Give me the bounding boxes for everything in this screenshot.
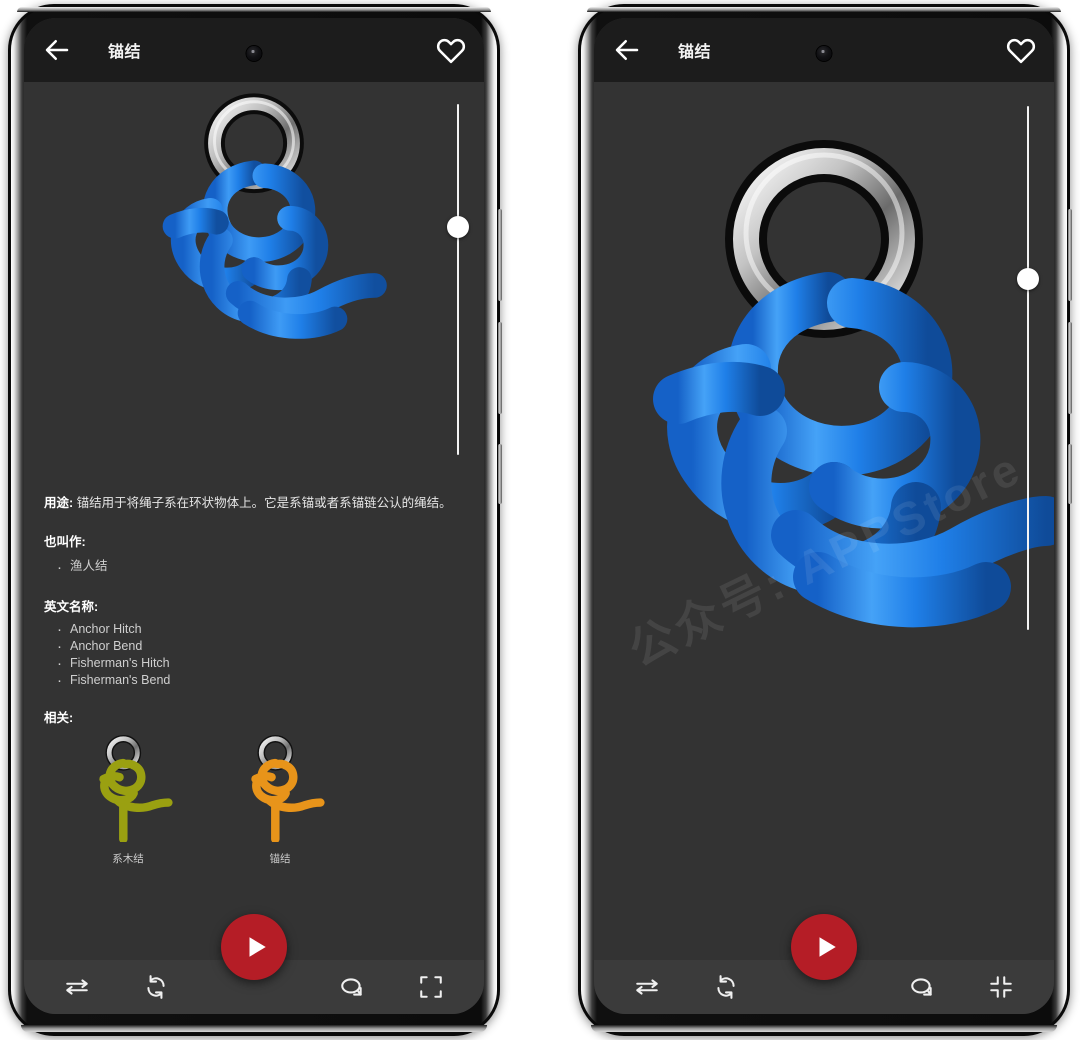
rotate-3d-icon[interactable] — [909, 974, 935, 1000]
knot-illustration — [594, 82, 1054, 960]
fullscreen-collapse-icon[interactable] — [988, 974, 1014, 1000]
back-arrow-icon[interactable] — [42, 35, 72, 65]
english-name-list: Anchor Hitch Anchor Bend Fisherman's Hit… — [44, 620, 464, 693]
phone-side-button-volume-up[interactable] — [498, 209, 502, 301]
list-item: Anchor Bend — [57, 637, 464, 658]
list-item: Fisherman's Bend — [57, 671, 464, 692]
list-item: Fisherman's Hitch — [57, 654, 464, 675]
knot-illustration — [24, 82, 484, 477]
play-icon — [249, 937, 266, 957]
phone-side-button-volume-up[interactable] — [1068, 209, 1072, 301]
slider-track — [1027, 106, 1029, 630]
related-knots-row: 系木结 锚结 — [44, 734, 464, 868]
related-knot-thumb-olive — [99, 735, 173, 844]
heart-outline-icon[interactable] — [1006, 35, 1036, 65]
screenshot-stage: 锚结 用途: 锚结用于将绳子系在环状物体上。它是系锚或者系锚链公认的绳结。 也叫… — [0, 0, 1080, 1040]
knot-viewer-fullscreen[interactable]: 公众号: APPStore — [594, 82, 1054, 960]
related-heading: 相关: — [44, 710, 74, 725]
page-title: 锚结 — [108, 44, 142, 61]
rotation-slider[interactable] — [446, 104, 470, 455]
usage-label: 用途: — [44, 496, 74, 510]
knot-info-panel[interactable]: 用途: 锚结用于将绳子系在环状物体上。它是系锚或者系锚链公认的绳结。 也叫作: … — [24, 477, 484, 960]
related-knot-label: 锚结 — [269, 852, 291, 865]
related-knot-item[interactable]: 系木结 — [80, 734, 176, 868]
front-camera-icon — [246, 46, 262, 61]
aka-list: 渔人结 — [44, 554, 464, 582]
back-arrow-icon[interactable] — [612, 35, 642, 65]
phone-side-button-volume-down[interactable] — [1068, 322, 1072, 414]
list-item: Anchor Hitch — [57, 620, 464, 641]
play-button[interactable] — [221, 914, 287, 980]
usage-paragraph: 用途: 锚结用于将绳子系在环状物体上。它是系锚或者系锚链公认的绳结。 — [44, 493, 464, 514]
refresh-icon[interactable] — [143, 974, 169, 1000]
play-icon — [819, 937, 836, 957]
page-title: 锚结 — [678, 44, 712, 61]
play-button[interactable] — [791, 914, 857, 980]
phone-right: 锚结 公众号: APPStore — [578, 4, 1072, 1036]
rotate-3d-icon[interactable] — [339, 974, 365, 1000]
phone-left: 锚结 用途: 锚结用于将绳子系在环状物体上。它是系锚或者系锚链公认的绳结。 也叫… — [8, 4, 502, 1036]
phone-side-button-power[interactable] — [498, 444, 502, 504]
slider-track — [457, 104, 459, 455]
list-item: 渔人结 — [57, 554, 464, 582]
knot-viewer[interactable] — [24, 82, 484, 477]
fullscreen-expand-icon[interactable] — [418, 974, 444, 1000]
phone-side-button-volume-down[interactable] — [498, 322, 502, 414]
related-knot-label: 系木结 — [112, 852, 144, 865]
slider-thumb[interactable] — [447, 215, 469, 238]
phone-screen-left: 锚结 用途: 锚结用于将绳子系在环状物体上。它是系锚或者系锚链公认的绳结。 也叫… — [24, 18, 484, 1014]
refresh-icon[interactable] — [713, 974, 739, 1000]
phone-side-button-power[interactable] — [1068, 444, 1072, 504]
slider-thumb[interactable] — [1017, 267, 1039, 290]
mirror-icon[interactable] — [64, 974, 90, 1000]
usage-text: 锚结用于将绳子系在环状物体上。它是系锚或者系锚链公认的绳结。 — [76, 496, 452, 510]
related-knot-thumb-orange — [251, 735, 325, 844]
rotation-slider[interactable] — [1016, 106, 1040, 630]
mirror-icon[interactable] — [634, 974, 660, 1000]
front-camera-icon — [816, 46, 832, 61]
heart-outline-icon[interactable] — [436, 35, 466, 65]
aka-heading: 也叫作: — [44, 534, 86, 549]
phone-screen-right: 锚结 公众号: APPStore — [594, 18, 1054, 1014]
english-heading: 英文名称: — [44, 600, 99, 614]
related-knot-item[interactable]: 锚结 — [232, 734, 328, 868]
